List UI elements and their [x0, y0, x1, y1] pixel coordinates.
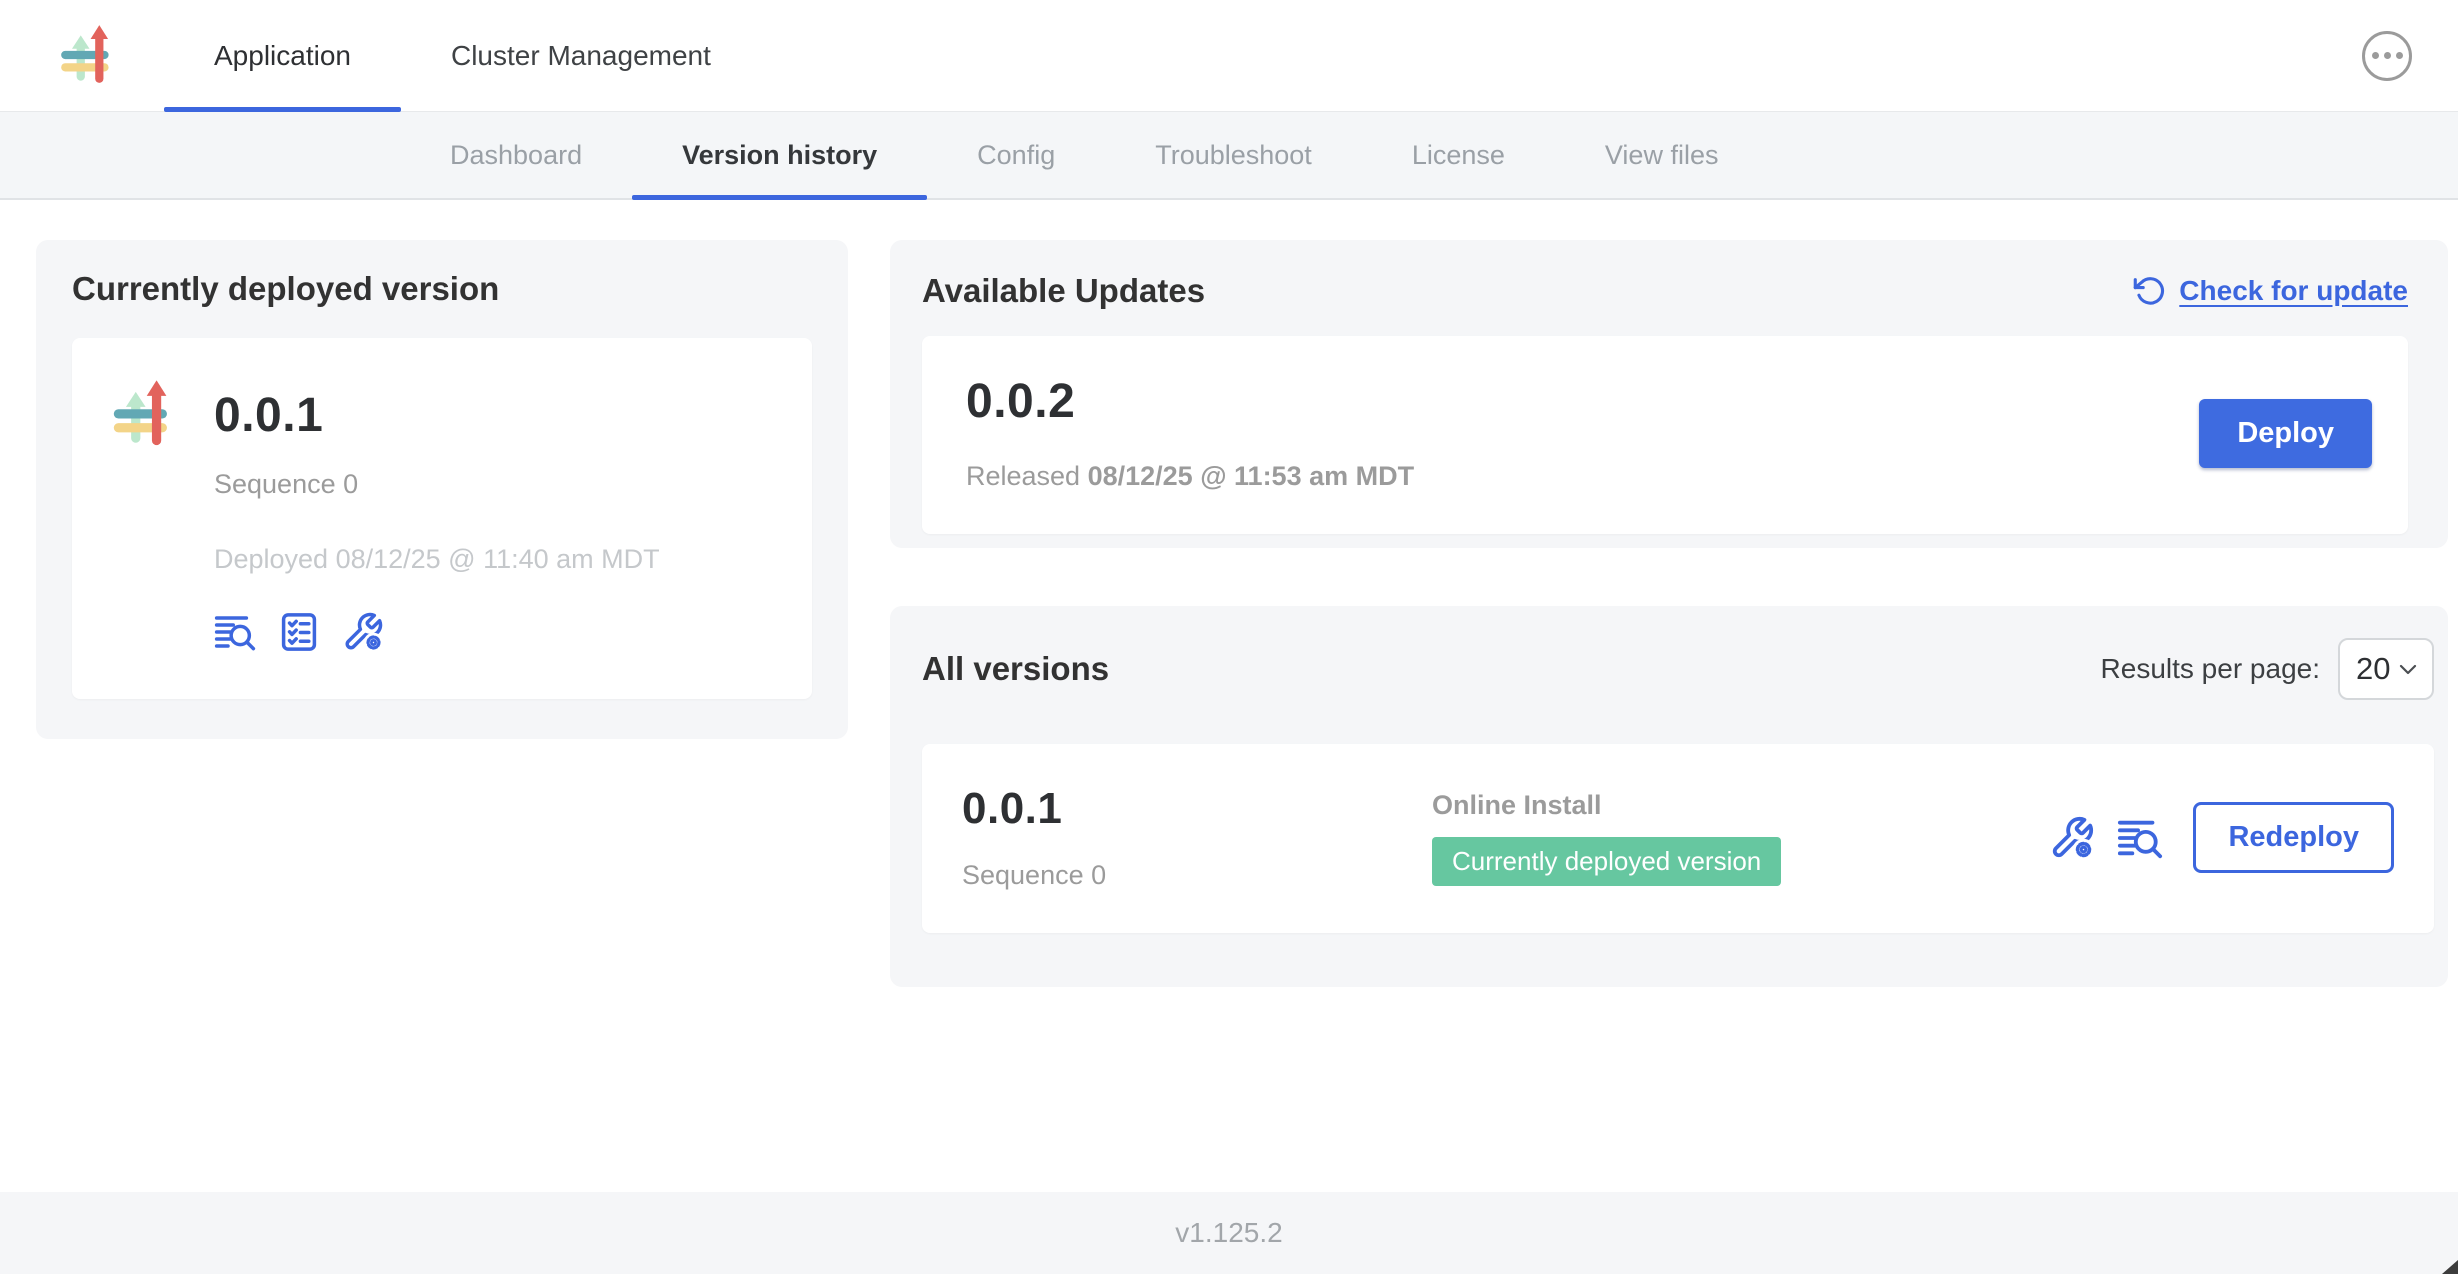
- view-logs-icon[interactable]: [2117, 815, 2163, 861]
- available-updates-card: Available Updates Check for update 0.0.2: [890, 240, 2448, 548]
- deployed-version-number: 0.0.1: [214, 388, 660, 443]
- ellipsis-dot: [2396, 52, 2403, 59]
- right-column: Available Updates Check for update 0.0.2: [890, 240, 2448, 987]
- app-logo-icon: [56, 23, 122, 89]
- deployed-card-title: Currently deployed version: [72, 270, 812, 308]
- subnav-tab-troubleshoot[interactable]: Troubleshoot: [1105, 112, 1362, 198]
- redeploy-button[interactable]: Redeploy: [2193, 802, 2394, 873]
- subnav-tab-label: Config: [977, 140, 1055, 171]
- currently-deployed-badge: Currently deployed version: [1432, 837, 1781, 886]
- update-released-line: Released 08/12/25 @ 11:53 am MDT: [966, 461, 1414, 492]
- available-updates-header: Available Updates Check for update: [922, 272, 2408, 310]
- refresh-icon: [2133, 274, 2167, 308]
- tab-application[interactable]: Application: [164, 0, 401, 111]
- edit-config-icon[interactable]: [2049, 815, 2095, 861]
- available-updates-title: Available Updates: [922, 272, 1205, 310]
- version-row-info: 0.0.1 Sequence 0: [962, 784, 1432, 891]
- deployed-version-info: 0.0.1 Sequence 0 Deployed 08/12/25 @ 11:…: [214, 378, 660, 653]
- subnav-tab-version-history[interactable]: Version history: [632, 112, 927, 198]
- row-version-number: 0.0.1: [962, 784, 1432, 834]
- all-versions-card: All versions Results per page: 20: [890, 606, 2448, 987]
- ellipsis-dot: [2384, 52, 2391, 59]
- results-per-page-value: 20: [2356, 651, 2390, 687]
- update-row: 0.0.2 Released 08/12/25 @ 11:53 am MDT D…: [922, 336, 2408, 534]
- console-version: v1.125.2: [1175, 1217, 1282, 1249]
- deploy-button[interactable]: Deploy: [2199, 399, 2372, 468]
- subnav-tab-license[interactable]: License: [1362, 112, 1555, 198]
- ellipsis-dot: [2372, 52, 2379, 59]
- results-per-page: Results per page: 20: [2101, 638, 2434, 700]
- update-version-number: 0.0.2: [966, 374, 1414, 429]
- active-tab-underline: [164, 107, 401, 112]
- released-date: 08/12/25 @ 11:53 am MDT: [1088, 461, 1415, 491]
- chevron-down-icon: [2396, 657, 2420, 681]
- ellipsis-menu-icon[interactable]: [2362, 31, 2412, 81]
- results-per-page-select[interactable]: 20: [2338, 638, 2434, 700]
- preflight-checklist-icon[interactable]: [278, 611, 320, 653]
- subnav-tab-view-files[interactable]: View files: [1555, 112, 1769, 198]
- page-footer: v1.125.2: [0, 1192, 2458, 1274]
- tab-cluster-management-label: Cluster Management: [451, 40, 711, 72]
- subnav-tab-label: License: [1412, 140, 1505, 171]
- top-navbar: Application Cluster Management: [0, 0, 2458, 112]
- tab-application-label: Application: [214, 40, 351, 72]
- subnav-tab-config[interactable]: Config: [927, 112, 1105, 198]
- app-logo: [108, 378, 182, 452]
- deployed-timestamp: Deployed 08/12/25 @ 11:40 am MDT: [214, 544, 660, 575]
- app-logo-icon: [108, 378, 182, 452]
- subnav-tab-label: Troubleshoot: [1155, 140, 1312, 171]
- deployed-actions: [214, 611, 660, 653]
- active-subtab-underline: [632, 195, 927, 200]
- results-per-page-label: Results per page:: [2101, 653, 2320, 685]
- update-info: 0.0.2 Released 08/12/25 @ 11:53 am MDT: [966, 374, 1414, 492]
- released-prefix: Released: [966, 461, 1088, 491]
- app-logo: [56, 23, 122, 89]
- all-versions-header: All versions Results per page: 20: [922, 638, 2434, 700]
- app-subnav: Dashboard Version history Config Trouble…: [0, 112, 2458, 200]
- subnav-tab-label: Dashboard: [450, 140, 582, 171]
- version-row-actions: Redeploy: [2049, 802, 2394, 873]
- all-versions-title: All versions: [922, 650, 1109, 688]
- deployed-sequence: Sequence 0: [214, 469, 660, 500]
- tab-cluster-management[interactable]: Cluster Management: [401, 0, 761, 111]
- deployed-version-panel: 0.0.1 Sequence 0 Deployed 08/12/25 @ 11:…: [72, 338, 812, 699]
- subnav-tab-label: Version history: [682, 140, 877, 171]
- version-row: 0.0.1 Sequence 0 Online Install Currentl…: [922, 744, 2434, 933]
- check-for-update-label: Check for update: [2179, 275, 2408, 307]
- install-type-label: Online Install: [1432, 790, 2049, 821]
- main-content: Currently deployed version 0.0.1 Sequenc…: [0, 200, 2458, 1192]
- resize-corner-artifact: [2442, 1260, 2458, 1274]
- currently-deployed-card: Currently deployed version 0.0.1 Sequenc…: [36, 240, 848, 739]
- view-logs-icon[interactable]: [214, 611, 256, 653]
- check-for-update-link[interactable]: Check for update: [2133, 274, 2408, 308]
- subnav-tab-label: View files: [1605, 140, 1719, 171]
- version-row-status: Online Install Currently deployed versio…: [1432, 790, 2049, 886]
- row-sequence: Sequence 0: [962, 860, 1432, 891]
- edit-config-icon[interactable]: [342, 611, 384, 653]
- subnav-tab-dashboard[interactable]: Dashboard: [400, 112, 632, 198]
